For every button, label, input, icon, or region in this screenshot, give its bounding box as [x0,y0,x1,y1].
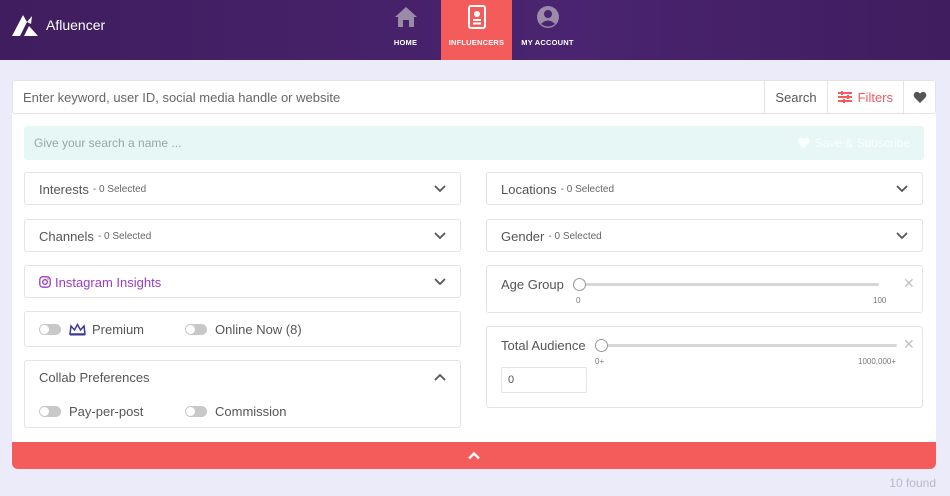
total-audience-max-label: 1000,000+ [858,357,897,366]
premium-online-box: Premium Online Now (8) [24,311,461,347]
online-now-toggle[interactable] [185,324,207,335]
collab-preferences-header[interactable]: Collab Preferences [25,361,460,393]
chevron-down-icon [896,232,908,240]
brand[interactable]: Afluencer [10,12,105,38]
age-group-title: Age Group [501,277,564,292]
channels-title: Channels [39,228,94,244]
instagram-insights-dropdown[interactable]: Instagram Insights [24,265,461,298]
nav-home-label: HOME [393,38,418,47]
nav-home[interactable]: HOME [370,0,441,60]
nav-influencers[interactable]: INFLUENCERS [441,0,512,60]
chevron-down-icon [434,232,446,240]
afluencer-logo-icon [12,15,38,36]
total-audience-filter: Total Audience 0+ 1000,000+ ✕ [486,326,923,408]
save-subscribe-label: Save & Subscribe [814,136,910,150]
total-audience-min-label: 0+ [595,357,605,366]
chevron-down-icon [896,185,908,193]
gender-dropdown[interactable]: Gender - 0 Selected [486,219,923,252]
interests-dropdown[interactable]: Interests - 0 Selected [24,172,461,205]
age-group-filter: Age Group 0 100 ✕ [486,265,923,313]
collab-preferences-box: Collab Preferences Pay-per-post Commissi… [24,360,461,428]
age-group-max-label: 100 [873,296,887,305]
collapse-filters-button[interactable] [12,442,936,469]
home-icon [394,7,417,27]
commission-toggle[interactable] [185,406,207,417]
search-bar: Search Filters [12,80,936,114]
premium-label: Premium [92,322,145,337]
gender-count: - 0 Selected [548,230,602,242]
brand-name: Afluencer [46,17,106,33]
pay-per-post-toggle[interactable] [39,406,61,417]
channels-dropdown[interactable]: Channels - 0 Selected [24,219,461,252]
heart-icon [797,137,810,149]
nav-my-account-label: MY ACCOUNT [521,38,574,47]
total-audience-clear-icon[interactable]: ✕ [903,336,915,353]
chevron-up-icon [434,373,446,381]
search-button[interactable]: Search [764,81,826,113]
results-count: 10 found [889,476,936,490]
save-search-bar: Save & Subscribe [24,126,924,160]
commission-label: Commission [215,404,287,419]
age-group-track[interactable] [573,278,879,291]
locations-dropdown[interactable]: Locations - 0 Selected [486,172,923,205]
interests-count: - 0 Selected [92,183,147,195]
profile-card-icon [467,5,486,29]
chevron-up-icon [468,451,480,460]
favorites-button[interactable] [903,81,935,113]
search-card: Search Filters Save & Subscribe [12,80,936,469]
crown-icon [69,323,86,336]
premium-toggle[interactable] [39,324,61,335]
locations-count: - 0 Selected [560,183,615,195]
channels-count: - 0 Selected [97,230,152,242]
account-icon [536,6,559,28]
online-now-label: Online Now (8) [215,322,302,337]
top-navbar: Afluencer HOME INFLUENCERS MY ACCOUNT [0,0,950,60]
instagram-icon [39,276,51,288]
locations-title: Locations [501,181,557,197]
interests-title: Interests [39,181,89,197]
search-input[interactable] [13,81,765,113]
nav-my-account[interactable]: MY ACCOUNT [512,0,583,60]
instagram-insights-title: Instagram Insights [55,274,162,290]
filters-button[interactable]: Filters [826,81,903,113]
nav-influencers-label: INFLUENCERS [448,38,505,47]
age-group-min-label: 0 [576,296,581,305]
filters-icon [837,91,852,103]
age-group-slider-thumb[interactable] [573,278,586,291]
filters-label: Filters [857,89,893,105]
total-audience-input[interactable] [501,367,587,393]
chevron-down-icon [434,185,446,193]
search-name-input[interactable] [24,126,797,160]
gender-title: Gender [501,228,545,244]
total-audience-title: Total Audience [501,338,586,353]
age-group-clear-icon[interactable]: ✕ [903,275,915,292]
pay-per-post-label: Pay-per-post [69,404,144,419]
chevron-down-icon [434,278,446,286]
heart-icon [913,91,926,103]
collab-preferences-title: Collab Preferences [39,369,150,385]
save-subscribe-button[interactable]: Save & Subscribe [797,136,924,150]
total-audience-track[interactable] [595,339,897,352]
total-audience-slider-thumb[interactable] [595,339,608,352]
main-nav: HOME INFLUENCERS MY ACCOUNT [370,0,583,60]
